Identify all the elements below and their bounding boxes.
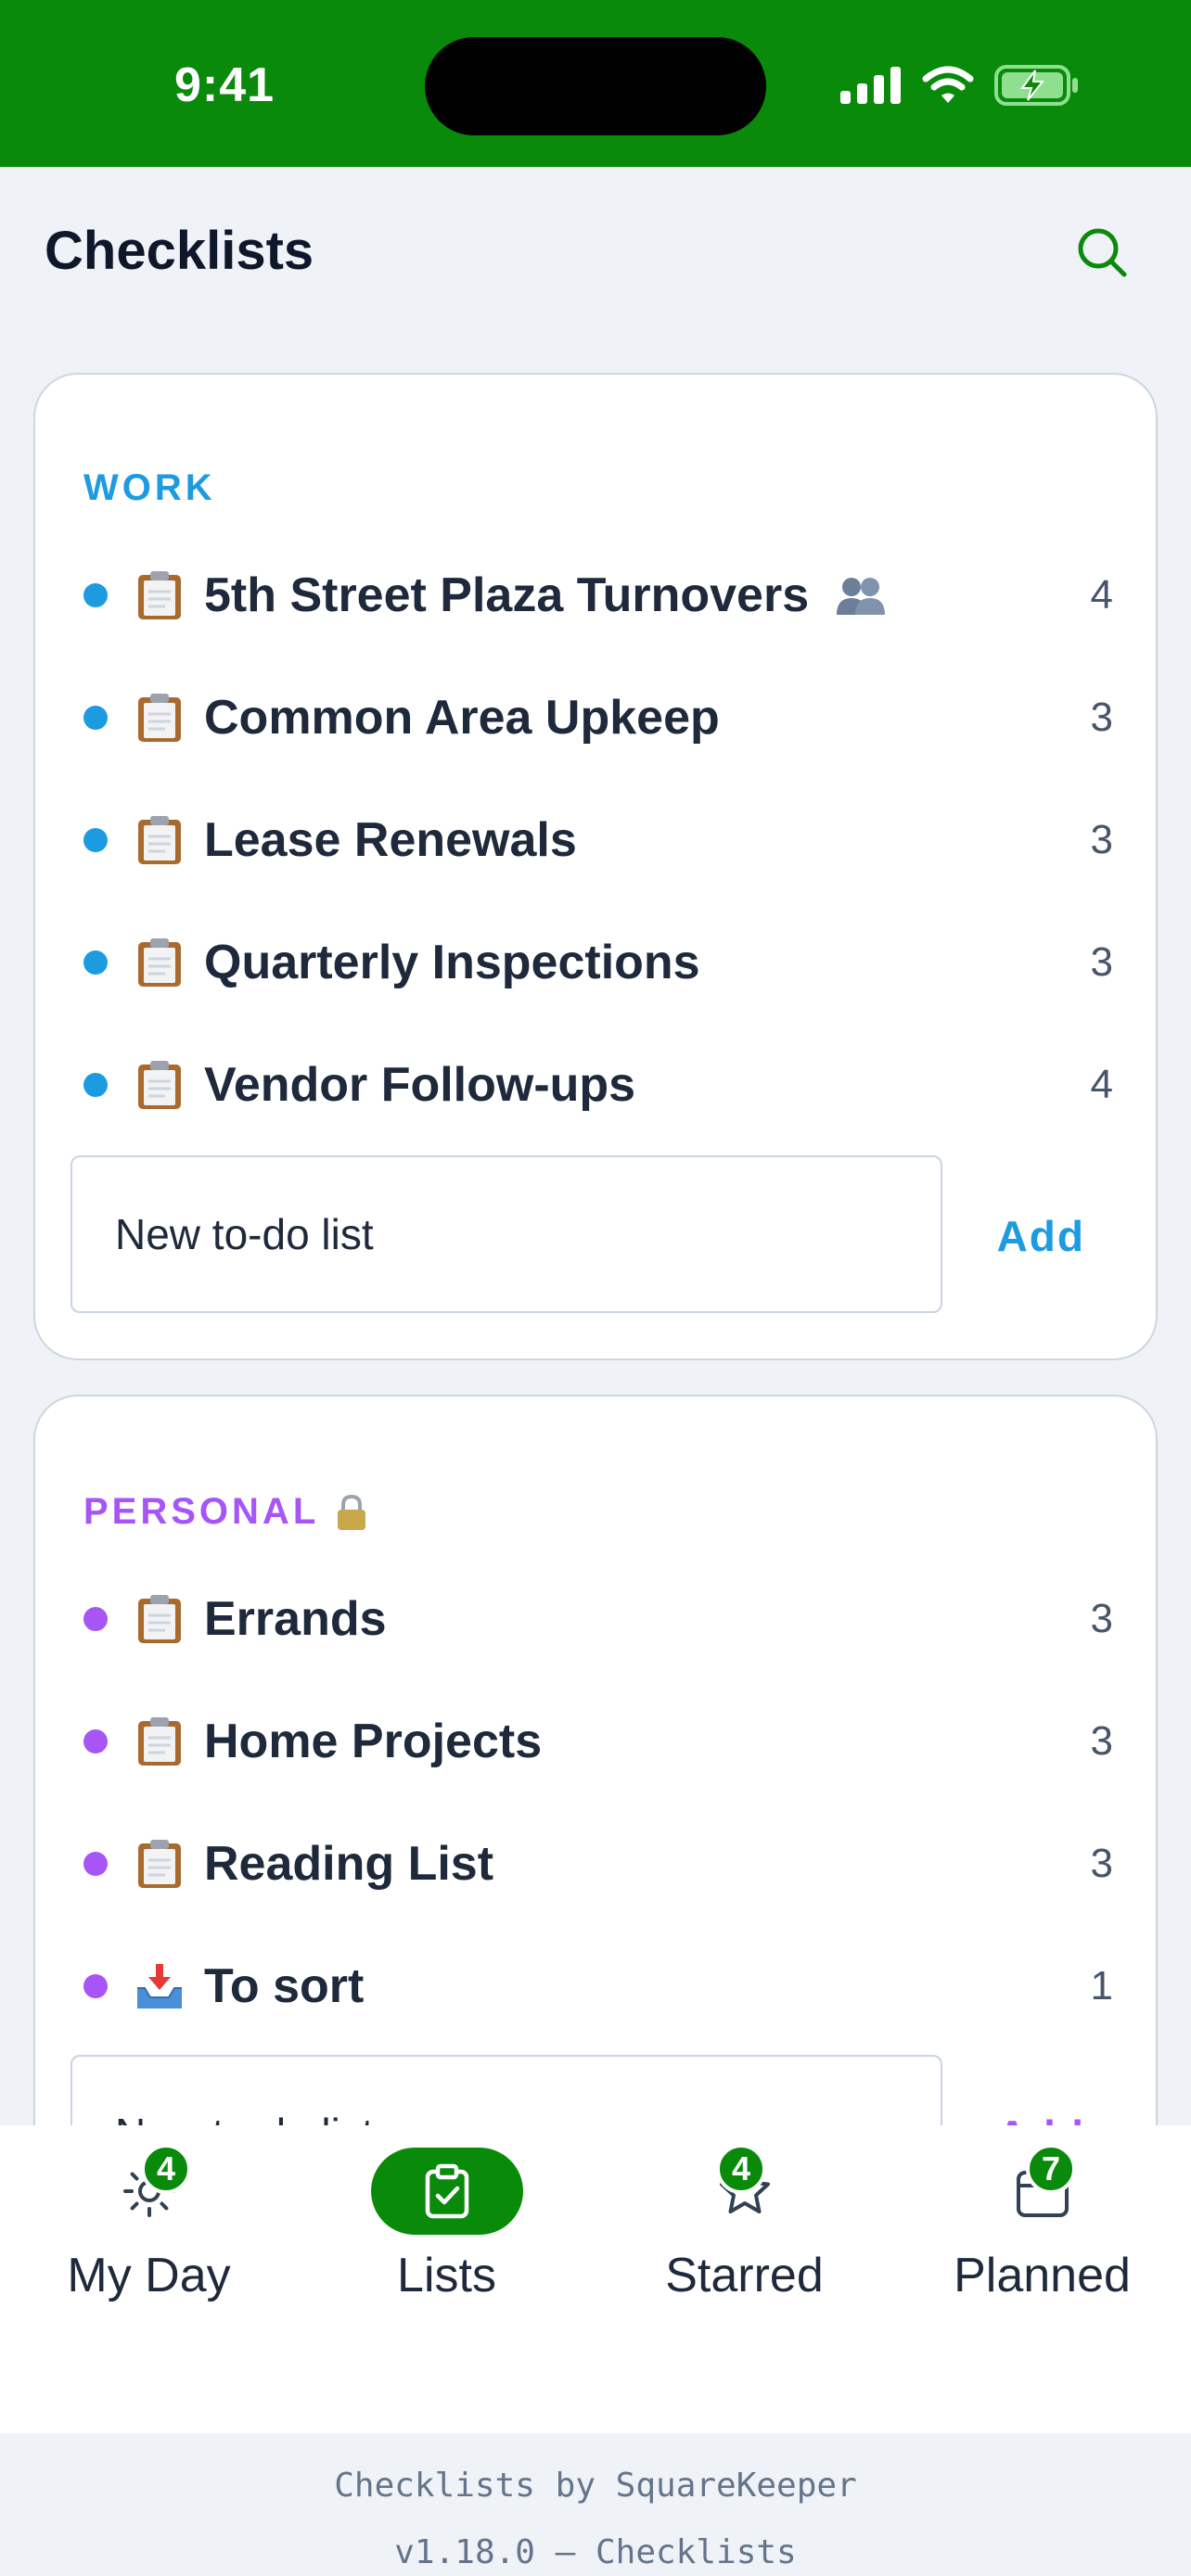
- list-count: 1: [1090, 1963, 1113, 2009]
- list-dot: [83, 828, 108, 852]
- section-title-personal: PERSONAL: [83, 1491, 367, 1533]
- list-dot: [83, 1729, 108, 1753]
- list-item[interactable]: Errands 3: [83, 1582, 1113, 1656]
- section-card-personal: PERSONAL Errands 3 Home Projects 3 Readi…: [33, 1395, 1158, 2229]
- bottom-tab-bar: 4 My Day Lists 4 Starred 7 Planned: [0, 2125, 1191, 2433]
- list-count: 3: [1090, 1596, 1113, 1641]
- list-dot: [83, 1974, 108, 1998]
- list-item[interactable]: Vendor Follow-ups 4: [83, 1048, 1113, 1122]
- list-name: To sort: [204, 1959, 365, 2013]
- lock-icon: [338, 1494, 366, 1530]
- inbox-tray-icon: [134, 1960, 186, 2012]
- list-item[interactable]: Common Area Upkeep 3: [83, 681, 1113, 755]
- list-item[interactable]: 5th Street Plaza Turnovers 4: [83, 558, 1113, 632]
- list-count: 4: [1090, 1062, 1113, 1107]
- clipboard-icon: [134, 1593, 186, 1645]
- status-icons: [840, 61, 1080, 109]
- battery-charging-icon: [994, 65, 1078, 106]
- status-bar: 9:41: [0, 0, 1191, 167]
- dynamic-island: [425, 37, 766, 135]
- list-name: Home Projects: [204, 1715, 543, 1768]
- list-name: Lease Renewals: [204, 813, 577, 867]
- section-card-work: WORK 5th Street Plaza Turnovers 4 Common…: [33, 373, 1158, 1360]
- footer-version: v1.18.0 — Checklists: [394, 2533, 797, 2571]
- list-count: 3: [1090, 1841, 1113, 1886]
- list-count: 3: [1090, 817, 1113, 862]
- section-label: PERSONAL: [83, 1491, 320, 1532]
- tab-badge: 4: [141, 2144, 191, 2194]
- list-item[interactable]: Reading List 3: [83, 1827, 1113, 1901]
- tab-label: Starred: [665, 2249, 824, 2302]
- list-count: 3: [1090, 939, 1113, 985]
- list-dot: [83, 706, 108, 730]
- signal-icon: [840, 67, 901, 104]
- list-item[interactable]: Home Projects 3: [83, 1704, 1113, 1779]
- list-dot: [83, 1073, 108, 1097]
- wifi-icon: [922, 66, 974, 103]
- clipboard-icon: [134, 1059, 186, 1111]
- list-item[interactable]: To sort 1: [83, 1949, 1113, 2023]
- app-header: Checklists: [0, 167, 1191, 343]
- tab-badge: 7: [1026, 2144, 1076, 2194]
- list-name: 5th Street Plaza Turnovers: [204, 568, 810, 622]
- list-name: Errands: [204, 1592, 387, 1646]
- tab-label: My Day: [67, 2249, 231, 2302]
- tab-label: Lists: [397, 2249, 496, 2302]
- list-count: 3: [1090, 1718, 1113, 1764]
- tab-starred[interactable]: 4 Starred: [596, 2125, 893, 2433]
- add-list-button-work[interactable]: Add: [997, 1211, 1085, 1261]
- list-item[interactable]: Lease Renewals 3: [83, 803, 1113, 877]
- list-dot: [83, 1607, 108, 1631]
- clipboard-icon: [134, 1838, 186, 1890]
- tab-my-day[interactable]: 4 My Day: [0, 2125, 298, 2433]
- section-title-work: WORK: [83, 467, 216, 509]
- clipboard-icon: [134, 1715, 186, 1767]
- tab-badge: 4: [716, 2144, 766, 2194]
- list-count: 3: [1090, 695, 1113, 740]
- page-title: Checklists: [45, 221, 314, 281]
- search-icon[interactable]: [1074, 224, 1130, 280]
- list-name: Common Area Upkeep: [204, 691, 720, 745]
- tab-lists[interactable]: Lists: [298, 2125, 596, 2433]
- tab-label: Planned: [954, 2249, 1131, 2302]
- clipboard-icon: [134, 937, 186, 988]
- status-time: 9:41: [174, 58, 275, 112]
- app-footer: Checklists by SquareKeeper v1.18.0 — Che…: [0, 2433, 1191, 2576]
- tab-planned[interactable]: 7 Planned: [893, 2125, 1191, 2433]
- list-dot: [83, 583, 108, 607]
- clipboard-icon: [134, 814, 186, 866]
- new-list-input-work[interactable]: [70, 1155, 942, 1313]
- tab-icon-wrap-active: [370, 2148, 523, 2235]
- section-label: WORK: [83, 467, 216, 508]
- list-name: Reading List: [204, 1837, 494, 1891]
- list-name: Quarterly Inspections: [204, 936, 700, 989]
- list-item[interactable]: Quarterly Inspections 3: [83, 925, 1113, 1000]
- clipboard-icon: [134, 692, 186, 744]
- list-count: 4: [1090, 572, 1113, 618]
- shared-people-icon: [837, 578, 886, 615]
- clipboard-icon: [134, 569, 186, 621]
- list-name: Vendor Follow-ups: [204, 1058, 636, 1112]
- list-dot: [83, 1852, 108, 1876]
- footer-credit: Checklists by SquareKeeper: [334, 2467, 857, 2505]
- clipboard-check-icon: [425, 2163, 468, 2219]
- list-dot: [83, 950, 108, 975]
